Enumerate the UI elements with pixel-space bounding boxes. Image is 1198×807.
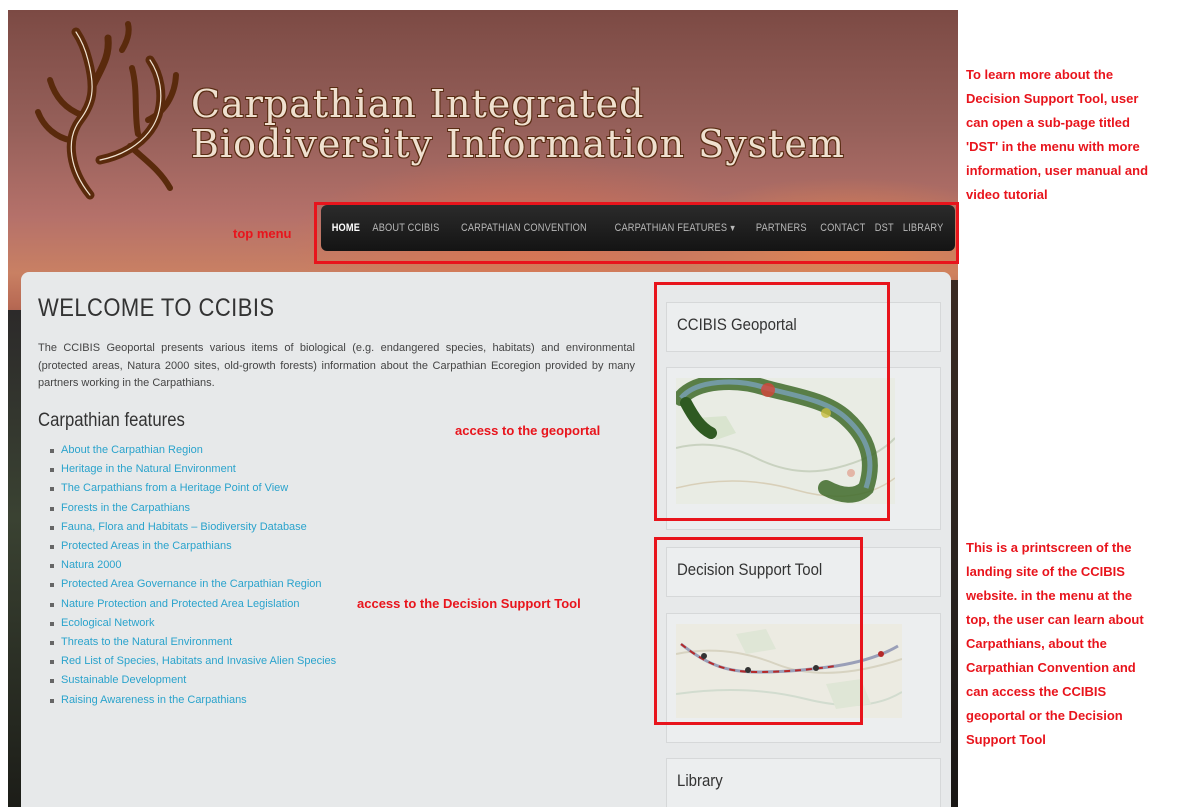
annotation-box-top-menu bbox=[314, 202, 959, 264]
feature-link[interactable]: Forests in the Carpathians bbox=[49, 499, 336, 518]
feature-link[interactable]: Raising Awareness in the Carpathians bbox=[49, 691, 336, 710]
note-line: website. in the menu at the bbox=[966, 588, 1133, 603]
note-line: Support Tool bbox=[966, 732, 1046, 747]
site-title-line1: Carpathian Integrated bbox=[191, 82, 645, 126]
note-line: geoportal or the Decision bbox=[966, 708, 1123, 723]
feature-link[interactable]: Fauna, Flora and Habitats – Biodiversity… bbox=[49, 518, 336, 537]
library-widget-header: Library bbox=[666, 758, 941, 807]
note-line: information, user manual and bbox=[966, 163, 1149, 178]
side-note-dst-info: To learn more about the Decision Support… bbox=[966, 63, 1148, 207]
feature-link[interactable]: Natura 2000 bbox=[49, 556, 336, 575]
feature-link[interactable]: Threats to the Natural Environment bbox=[49, 633, 336, 652]
page-title: WELCOME TO CCIBIS bbox=[38, 294, 275, 322]
note-line: can access the CCIBIS bbox=[966, 684, 1107, 699]
feature-link[interactable]: Nature Protection and Protected Area Leg… bbox=[49, 595, 336, 614]
library-widget-title[interactable]: Library bbox=[677, 771, 723, 791]
feature-link[interactable]: Sustainable Development bbox=[49, 671, 336, 690]
antler-logo-icon bbox=[35, 21, 179, 200]
feature-link[interactable]: Protected Area Governance in the Carpath… bbox=[49, 575, 336, 594]
note-line: top, the user can learn about bbox=[966, 612, 1144, 627]
annotation-box-geoportal bbox=[654, 282, 890, 521]
side-note-printscreen: This is a printscreen of the landing sit… bbox=[966, 536, 1144, 752]
note-line: can open a sub-page titled bbox=[966, 115, 1130, 130]
site-title: Carpathian Integrated Biodiversity Infor… bbox=[191, 84, 845, 164]
feature-link[interactable]: Ecological Network bbox=[49, 614, 336, 633]
feature-list: About the Carpathian Region Heritage in … bbox=[49, 441, 336, 710]
section-heading: Carpathian features bbox=[38, 410, 185, 431]
note-line: Carpathian Convention and bbox=[966, 660, 1136, 675]
annotation-geoportal: access to the geoportal bbox=[455, 423, 601, 438]
intro-text: The CCIBIS Geoportal presents various it… bbox=[38, 342, 635, 389]
note-line: Carpathians, about the bbox=[966, 636, 1107, 651]
annotation-box-dst bbox=[654, 537, 863, 725]
annotation-top-menu: top menu bbox=[233, 226, 292, 241]
feature-link[interactable]: Protected Areas in the Carpathians bbox=[49, 537, 336, 556]
feature-link[interactable]: About the Carpathian Region bbox=[49, 441, 336, 460]
note-line: 'DST' in the menu with more bbox=[966, 139, 1140, 154]
note-line: video tutorial bbox=[966, 187, 1048, 202]
feature-link[interactable]: Heritage in the Natural Environment bbox=[49, 460, 336, 479]
feature-link[interactable]: Red List of Species, Habitats and Invasi… bbox=[49, 652, 336, 671]
site-title-line2: Biodiversity Information System bbox=[191, 122, 845, 166]
note-line: This is a printscreen of the bbox=[966, 540, 1132, 555]
note-line: Decision Support Tool, user bbox=[966, 91, 1139, 106]
annotation-dst: access to the Decision Support Tool bbox=[357, 596, 581, 611]
note-line: landing site of the CCIBIS bbox=[966, 564, 1125, 579]
feature-link[interactable]: The Carpathians from a Heritage Point of… bbox=[49, 479, 336, 498]
note-line: To learn more about the bbox=[966, 67, 1114, 82]
